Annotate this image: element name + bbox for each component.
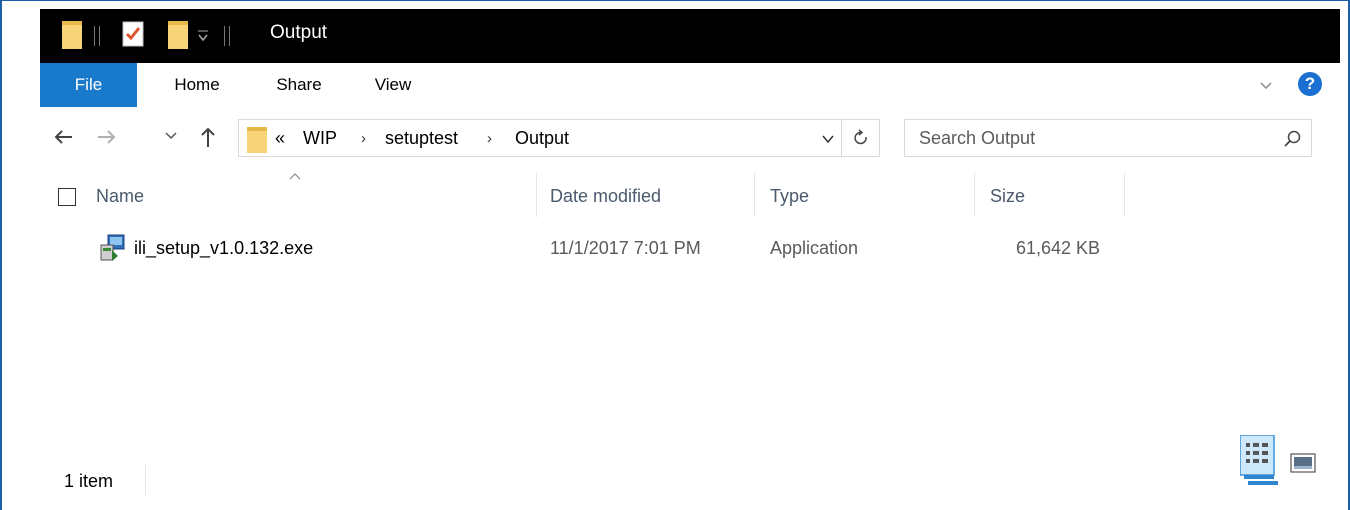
forward-arrow-icon[interactable] bbox=[94, 125, 118, 149]
item-count: 1 item bbox=[64, 471, 114, 491]
select-all-checkbox[interactable] bbox=[58, 188, 76, 206]
breadcrumb-overflow[interactable]: « bbox=[275, 128, 285, 149]
navigation-bar: « WIP › setuptest › Output Search Output bbox=[40, 107, 1340, 167]
sort-ascending-icon bbox=[289, 173, 301, 180]
file-row[interactable]: ili_setup_v1.0.132.exe 11/1/2017 7:01 PM… bbox=[40, 228, 1140, 268]
breadcrumb-separator[interactable]: › bbox=[487, 130, 492, 147]
back-arrow-icon[interactable] bbox=[52, 125, 76, 149]
column-name[interactable]: Name bbox=[96, 186, 144, 207]
properties-icon[interactable] bbox=[122, 21, 144, 47]
column-divider[interactable] bbox=[536, 173, 537, 217]
column-divider[interactable] bbox=[1124, 173, 1125, 217]
column-divider[interactable] bbox=[974, 173, 975, 217]
address-bar[interactable]: « WIP › setuptest › Output bbox=[238, 119, 880, 157]
large-icons-view-icon[interactable] bbox=[1290, 452, 1316, 474]
tab-home[interactable]: Home bbox=[158, 63, 236, 107]
file-explorer-window: Output File Home Share View ? « WIP › se… bbox=[0, 0, 1350, 510]
tab-file[interactable]: File bbox=[40, 63, 137, 107]
column-header: Name Date modified Type Size bbox=[40, 169, 1340, 221]
status-divider bbox=[145, 465, 146, 495]
folder-icon[interactable] bbox=[62, 21, 82, 49]
ribbon: File Home Share View ? bbox=[40, 63, 1340, 107]
column-date-modified[interactable]: Date modified bbox=[550, 186, 661, 207]
breadcrumb-setuptest[interactable]: setuptest bbox=[385, 128, 458, 149]
details-view-icon[interactable] bbox=[1240, 435, 1280, 495]
file-size: 61,642 KB bbox=[1016, 238, 1101, 258]
column-divider[interactable] bbox=[754, 173, 755, 217]
column-type[interactable]: Type bbox=[770, 186, 809, 207]
breadcrumb-wip[interactable]: WIP bbox=[303, 128, 337, 149]
installer-exe-icon bbox=[100, 234, 125, 261]
help-icon[interactable]: ? bbox=[1298, 72, 1322, 96]
customize-toolbar-icon[interactable] bbox=[196, 29, 210, 43]
breadcrumb-separator[interactable]: › bbox=[361, 130, 366, 147]
title-separator bbox=[224, 26, 230, 46]
column-size[interactable]: Size bbox=[990, 186, 1025, 207]
window-title: Output bbox=[270, 22, 328, 43]
title-separator bbox=[94, 26, 100, 46]
tab-share[interactable]: Share bbox=[260, 63, 338, 107]
file-name[interactable]: ili_setup_v1.0.132.exe bbox=[134, 238, 313, 259]
search-box[interactable]: Search Output bbox=[904, 119, 1312, 157]
refresh-button[interactable] bbox=[841, 120, 879, 156]
file-type: Application bbox=[770, 238, 859, 258]
refresh-icon bbox=[854, 129, 867, 145]
tab-view[interactable]: View bbox=[360, 63, 426, 107]
file-date-modified: 11/1/2017 7:01 PM bbox=[550, 238, 701, 258]
chevron-down-icon[interactable] bbox=[821, 132, 835, 146]
up-arrow-icon[interactable] bbox=[196, 125, 220, 149]
breadcrumb-output[interactable]: Output bbox=[515, 128, 569, 149]
search-input[interactable]: Search Output bbox=[919, 128, 1035, 149]
folder-icon bbox=[247, 127, 267, 153]
status-bar: 1 item bbox=[40, 435, 1340, 501]
search-icon[interactable] bbox=[1283, 129, 1303, 149]
recent-locations-icon[interactable] bbox=[164, 129, 178, 143]
expand-ribbon-icon[interactable] bbox=[1258, 78, 1274, 94]
new-folder-icon[interactable] bbox=[168, 21, 188, 49]
title-bar: Output bbox=[40, 9, 1340, 63]
